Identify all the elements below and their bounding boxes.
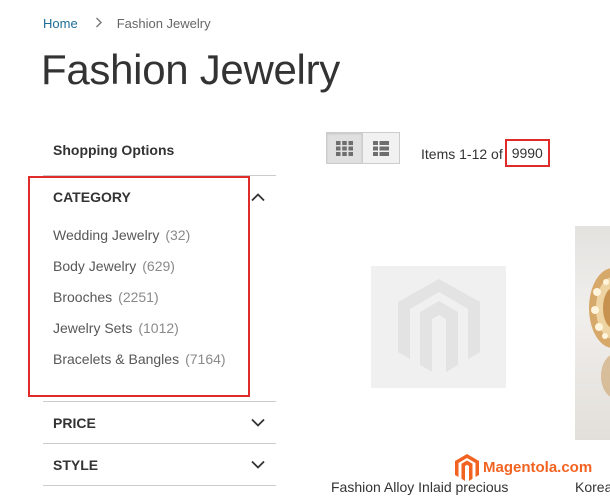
chevron-down-icon xyxy=(248,455,268,475)
category-item-wedding-jewelry[interactable]: Wedding Jewelry (32) xyxy=(53,219,276,250)
chevron-right-icon xyxy=(95,17,102,28)
toolbar-amount: Items 1-12 of 9990 xyxy=(421,139,550,168)
grid-mode-button[interactable] xyxy=(326,132,363,164)
magentola-watermark: Magentola.com xyxy=(455,454,593,481)
view-mode-switch xyxy=(326,132,400,164)
breadcrumb: Home Fashion Jewelry xyxy=(43,16,211,31)
category-filter-title: CATEGORY xyxy=(53,189,131,205)
price-filter-toggle[interactable]: PRICE xyxy=(43,402,276,443)
category-item-label: Brooches xyxy=(53,288,113,305)
placeholder-image-icon xyxy=(397,279,480,372)
category-filter-toggle[interactable]: CATEGORY xyxy=(43,176,276,216)
category-item-count: (7164) xyxy=(185,350,226,367)
category-item-count: (1012) xyxy=(138,319,179,336)
ring-photo-icon xyxy=(589,268,610,397)
magento-logo-icon xyxy=(455,454,479,481)
category-item-count: (2251) xyxy=(118,288,159,305)
product-name-link[interactable]: Korea xyxy=(575,479,610,495)
price-filter: PRICE xyxy=(43,402,276,444)
category-list: Wedding Jewelry (32) Body Jewelry (629) … xyxy=(43,219,276,374)
watermark-text: Magentola.com xyxy=(483,459,593,476)
chevron-up-icon xyxy=(248,187,268,207)
category-item-count: (32) xyxy=(165,226,191,243)
category-filter: CATEGORY Wedding Jewelry (32) Body Jewel… xyxy=(43,176,276,402)
category-item-body-jewelry[interactable]: Body Jewelry (629) xyxy=(53,250,276,281)
page-title: Fashion Jewelry xyxy=(41,46,340,93)
price-filter-title: PRICE xyxy=(53,414,96,431)
category-item-jewelry-sets[interactable]: Jewelry Sets (1012) xyxy=(53,312,276,343)
category-item-label: Jewelry Sets xyxy=(53,319,133,336)
chevron-down-icon xyxy=(248,413,268,433)
grid-icon xyxy=(336,140,353,156)
breadcrumb-home-link[interactable]: Home xyxy=(43,16,78,31)
category-item-label: Bracelets & Bangles xyxy=(53,350,180,367)
category-item-bracelets-bangles[interactable]: Bracelets & Bangles (7164) xyxy=(53,343,276,374)
category-item-count: (629) xyxy=(142,257,175,274)
list-icon xyxy=(373,140,389,156)
shopping-options-heading: Shopping Options xyxy=(43,130,276,176)
breadcrumb-separator xyxy=(95,16,103,31)
category-item-brooches[interactable]: Brooches (2251) xyxy=(53,281,276,312)
category-item-label: Body Jewelry xyxy=(53,257,137,274)
product-image-ring[interactable] xyxy=(575,226,610,440)
category-page: Home Fashion Jewelry Fashion Jewelry Sho… xyxy=(0,0,610,497)
breadcrumb-current: Fashion Jewelry xyxy=(116,16,211,31)
style-filter-toggle[interactable]: STYLE xyxy=(43,444,276,485)
category-item-label: Wedding Jewelry xyxy=(53,226,160,243)
toolbar-amount-prefix: Items 1-12 of xyxy=(421,146,503,162)
product-name-link[interactable]: Fashion Alloy Inlaid precious xyxy=(331,479,508,495)
list-mode-button[interactable] xyxy=(363,132,400,164)
style-filter-title: STYLE xyxy=(53,456,99,473)
sidebar-filters: Shopping Options CATEGORY Wedding Jewelr… xyxy=(43,130,276,486)
product-image-placeholder[interactable] xyxy=(371,266,506,388)
style-filter: STYLE xyxy=(43,444,276,486)
toolbar-amount-total: 9990 xyxy=(504,139,550,167)
